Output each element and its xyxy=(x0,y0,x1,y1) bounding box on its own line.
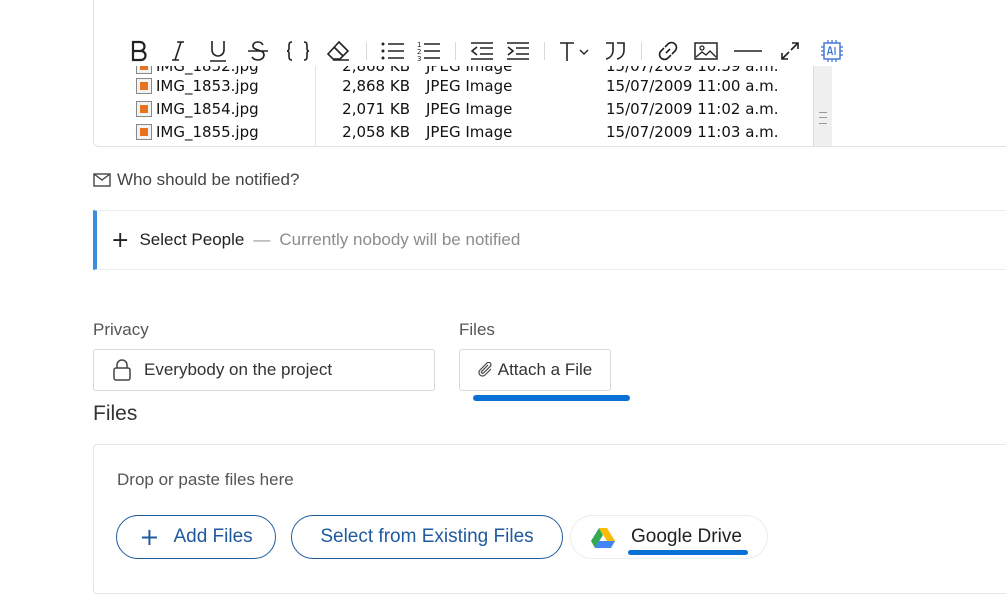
image-file-icon xyxy=(136,124,152,140)
files-heading: Files xyxy=(93,402,138,425)
code-block-icon[interactable] xyxy=(278,37,318,65)
image-icon[interactable] xyxy=(686,37,726,65)
image-file-icon xyxy=(136,66,152,74)
strikethrough-button[interactable] xyxy=(238,37,278,65)
file-row: IMG_1855.jpg 2,058 KB JPEG Image 15/07/2009… xyxy=(136,121,796,143)
bold-button[interactable] xyxy=(124,37,154,65)
notify-label-text: Who should be notified? xyxy=(117,170,300,189)
text-style-dropdown-icon[interactable] xyxy=(553,37,597,65)
file-date: 15/07/2009 11:03 a.m. xyxy=(606,123,779,141)
rich-text-editor[interactable]: 123 IMG_1852.jpg 2,868 KB JPEG Image 15/… xyxy=(93,0,1006,147)
toolbar-separator xyxy=(544,42,545,60)
file-date: 15/07/2009 11:00 a.m. xyxy=(606,77,779,95)
select-existing-files-button[interactable]: Select from Existing Files xyxy=(291,515,563,559)
privacy-select[interactable]: Everybody on the project xyxy=(93,349,435,391)
file-date: 15/07/2009 11:02 a.m. xyxy=(606,100,779,118)
file-type: JPEG Image xyxy=(426,123,513,141)
file-date: 15/07/2009 10:59 a.m. xyxy=(606,66,779,75)
editor-toolbar: 123 xyxy=(124,36,854,66)
clear-formatting-icon[interactable] xyxy=(318,37,358,65)
notify-people-box: + Select People — Currently nobody will … xyxy=(93,210,1006,270)
annotation-underline xyxy=(628,550,748,555)
lock-icon xyxy=(113,359,131,381)
file-row: IMG_1853.jpg 2,868 KB JPEG Image 15/07/2009… xyxy=(136,75,796,97)
file-type: JPEG Image xyxy=(426,66,513,75)
toolbar-separator xyxy=(641,42,642,60)
fullscreen-icon[interactable] xyxy=(770,37,810,65)
file-size: 2,071 KB xyxy=(342,100,410,118)
add-files-button[interactable]: + Add Files xyxy=(116,515,276,559)
file-name: IMG_1852.jpg xyxy=(156,66,259,75)
link-icon[interactable] xyxy=(650,37,686,65)
mail-icon xyxy=(93,173,111,187)
plus-icon: + xyxy=(139,523,160,551)
file-drop-zone[interactable]: Drop or paste files here + Add Files Sel… xyxy=(93,444,1006,594)
annotation-underline xyxy=(473,395,630,401)
privacy-value: Everybody on the project xyxy=(144,360,333,379)
ai-assistant-icon[interactable] xyxy=(810,37,854,65)
attach-file-label: Attach a File xyxy=(497,360,593,379)
drop-hint: Drop or paste files here xyxy=(117,470,294,489)
scrollbar[interactable] xyxy=(813,66,832,146)
numbered-list-icon[interactable]: 123 xyxy=(411,37,447,65)
toolbar-separator xyxy=(455,42,456,60)
paperclip-icon xyxy=(478,362,492,377)
horizontal-rule-icon[interactable] xyxy=(726,37,770,65)
notify-status: Currently nobody will be notified xyxy=(279,230,521,249)
file-name: IMG_1854.jpg xyxy=(156,100,259,118)
file-name: IMG_1853.jpg xyxy=(156,77,259,95)
file-type: JPEG Image xyxy=(426,77,513,95)
file-size: 2,868 KB xyxy=(342,66,410,75)
google-drive-icon xyxy=(591,527,615,548)
plus-icon[interactable]: + xyxy=(111,228,129,253)
italic-button[interactable] xyxy=(158,37,198,65)
select-people-button[interactable]: Select People xyxy=(139,230,244,250)
file-size: 2,058 KB xyxy=(342,123,410,141)
notify-label: Who should be notified? xyxy=(93,170,299,190)
privacy-label: Privacy xyxy=(93,320,149,339)
files-field-label: Files xyxy=(459,320,495,339)
outdent-icon[interactable] xyxy=(464,37,500,65)
column-divider xyxy=(315,66,316,146)
add-files-label: Add Files xyxy=(173,526,253,547)
file-name: IMG_1855.jpg xyxy=(156,123,259,141)
file-size: 2,868 KB xyxy=(342,77,410,95)
attach-file-button[interactable]: Attach a File xyxy=(459,349,611,391)
select-existing-label: Select from Existing Files xyxy=(320,526,534,547)
google-drive-label: Google Drive xyxy=(631,526,742,547)
image-file-icon xyxy=(136,78,152,94)
svg-text:3: 3 xyxy=(417,55,421,62)
file-type: JPEG Image xyxy=(426,100,513,118)
file-row: IMG_1854.jpg 2,071 KB JPEG Image 15/07/2009… xyxy=(136,98,796,120)
image-file-icon xyxy=(136,101,152,117)
embedded-file-listing-image: IMG_1852.jpg 2,868 KB JPEG Image 15/07/2009… xyxy=(130,66,834,146)
indent-icon[interactable] xyxy=(500,37,536,65)
quote-icon[interactable] xyxy=(597,37,633,65)
toolbar-separator xyxy=(366,42,367,60)
underline-button[interactable] xyxy=(198,37,238,65)
separator-dash: — xyxy=(253,230,271,249)
bullet-list-icon[interactable] xyxy=(375,37,411,65)
